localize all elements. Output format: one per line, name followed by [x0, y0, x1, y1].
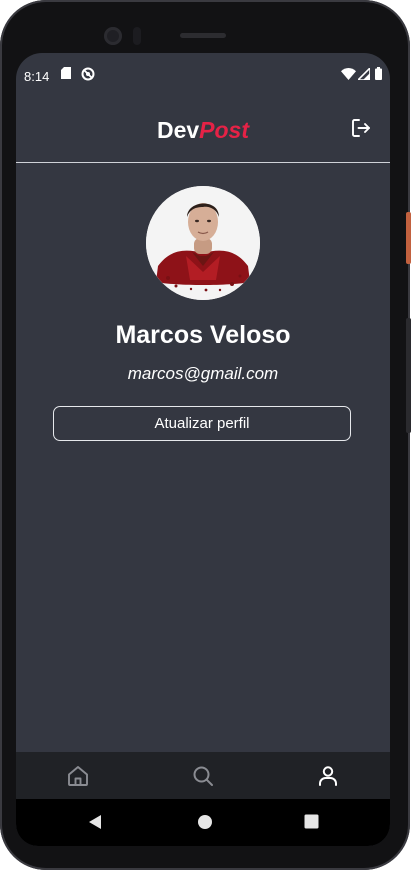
home-nav-icon[interactable]	[197, 814, 213, 830]
app-logo: DevPost	[16, 117, 390, 144]
profile-icon[interactable]	[316, 764, 340, 788]
avatar-photo	[146, 186, 260, 300]
front-camera	[104, 27, 122, 45]
recents-icon[interactable]	[304, 814, 319, 829]
logo-dev: Dev	[156, 117, 200, 143]
volume-button	[406, 318, 411, 433]
earpiece-speaker	[180, 33, 226, 38]
home-icon[interactable]	[66, 764, 90, 788]
bottom-tab-bar	[16, 752, 390, 799]
cell-signal-icon	[358, 68, 370, 80]
phone-frame: 8:14 DevPost Marcos Veloso marcos@gmail.…	[0, 0, 411, 870]
search-icon[interactable]	[191, 764, 215, 788]
profile-email: marcos@gmail.com	[127, 364, 279, 383]
camera-sensor	[133, 27, 141, 45]
logo-post: Post	[199, 117, 250, 143]
system-navigation-bar	[16, 799, 390, 846]
wifi-icon	[341, 68, 356, 80]
logout-icon[interactable]	[350, 117, 372, 139]
no-sync-icon	[81, 67, 95, 81]
back-icon[interactable]	[88, 814, 102, 830]
update-profile-button[interactable]: Atualizar perfil	[53, 406, 351, 441]
profile-name: Marcos Veloso	[115, 321, 291, 349]
screen: 8:14 DevPost Marcos Veloso marcos@gmail.…	[16, 53, 390, 846]
status-time: 8:14	[24, 69, 50, 84]
sd-card-icon	[61, 67, 71, 79]
app-header: DevPost	[16, 97, 390, 163]
avatar[interactable]	[146, 186, 260, 300]
power-button	[406, 212, 411, 264]
battery-icon	[375, 67, 382, 80]
status-bar: 8:14	[16, 53, 390, 97]
